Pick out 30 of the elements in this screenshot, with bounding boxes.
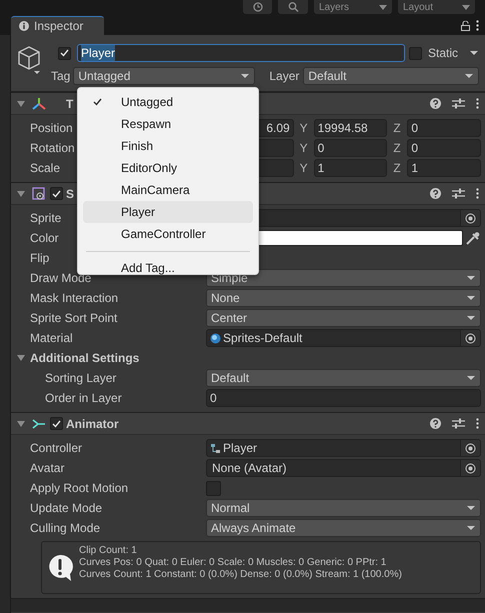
- field-label: Apply Root Motion: [30, 481, 128, 495]
- layer-label: Layer: [269, 68, 300, 85]
- field-label: Position: [30, 121, 73, 135]
- field-label: Color: [30, 231, 59, 245]
- field-label: Sprite Sort Point: [30, 311, 118, 325]
- field-label: Sprite: [30, 211, 62, 225]
- field-label: Mask Interaction: [30, 291, 118, 305]
- static-label: Static: [428, 45, 458, 62]
- axis-label: Z: [393, 160, 402, 177]
- field-label: Material: [30, 331, 73, 345]
- field-label: Flip: [30, 251, 50, 265]
- field-label: Controller: [30, 441, 82, 455]
- axis-label: Z: [393, 140, 402, 157]
- axis-label: Y: [300, 160, 309, 177]
- field-label: Draw Mode: [30, 271, 92, 285]
- axis-label: Y: [300, 140, 309, 157]
- field-label: Culling Mode: [30, 521, 100, 535]
- field-label: Sorting Layer: [45, 371, 116, 385]
- field-label: Order in Layer: [45, 391, 122, 405]
- help-message: Clip Count: 1 Curves Pos: 0 Quat: 0 Euler: 0 Scale: 0 Muscles: 0 Generic: 0 PPtr: 1 Curves Count: 1 Constant: 0 (0.0%) Dense: 0 (0.0%) Stream: 1 (100.0%): [79, 544, 402, 580]
- axis-label: Z: [393, 120, 402, 137]
- field-label: Rotation: [30, 141, 75, 155]
- field-label: Scale: [30, 161, 60, 175]
- axis-label: Y: [300, 120, 309, 137]
- tag-label: Tag: [51, 68, 70, 85]
- field-label: Update Mode: [30, 501, 102, 515]
- field-label: Avatar: [30, 461, 64, 475]
- component-title: S: [66, 186, 74, 202]
- component-title: Animator: [66, 416, 119, 432]
- component-title: T: [66, 96, 74, 112]
